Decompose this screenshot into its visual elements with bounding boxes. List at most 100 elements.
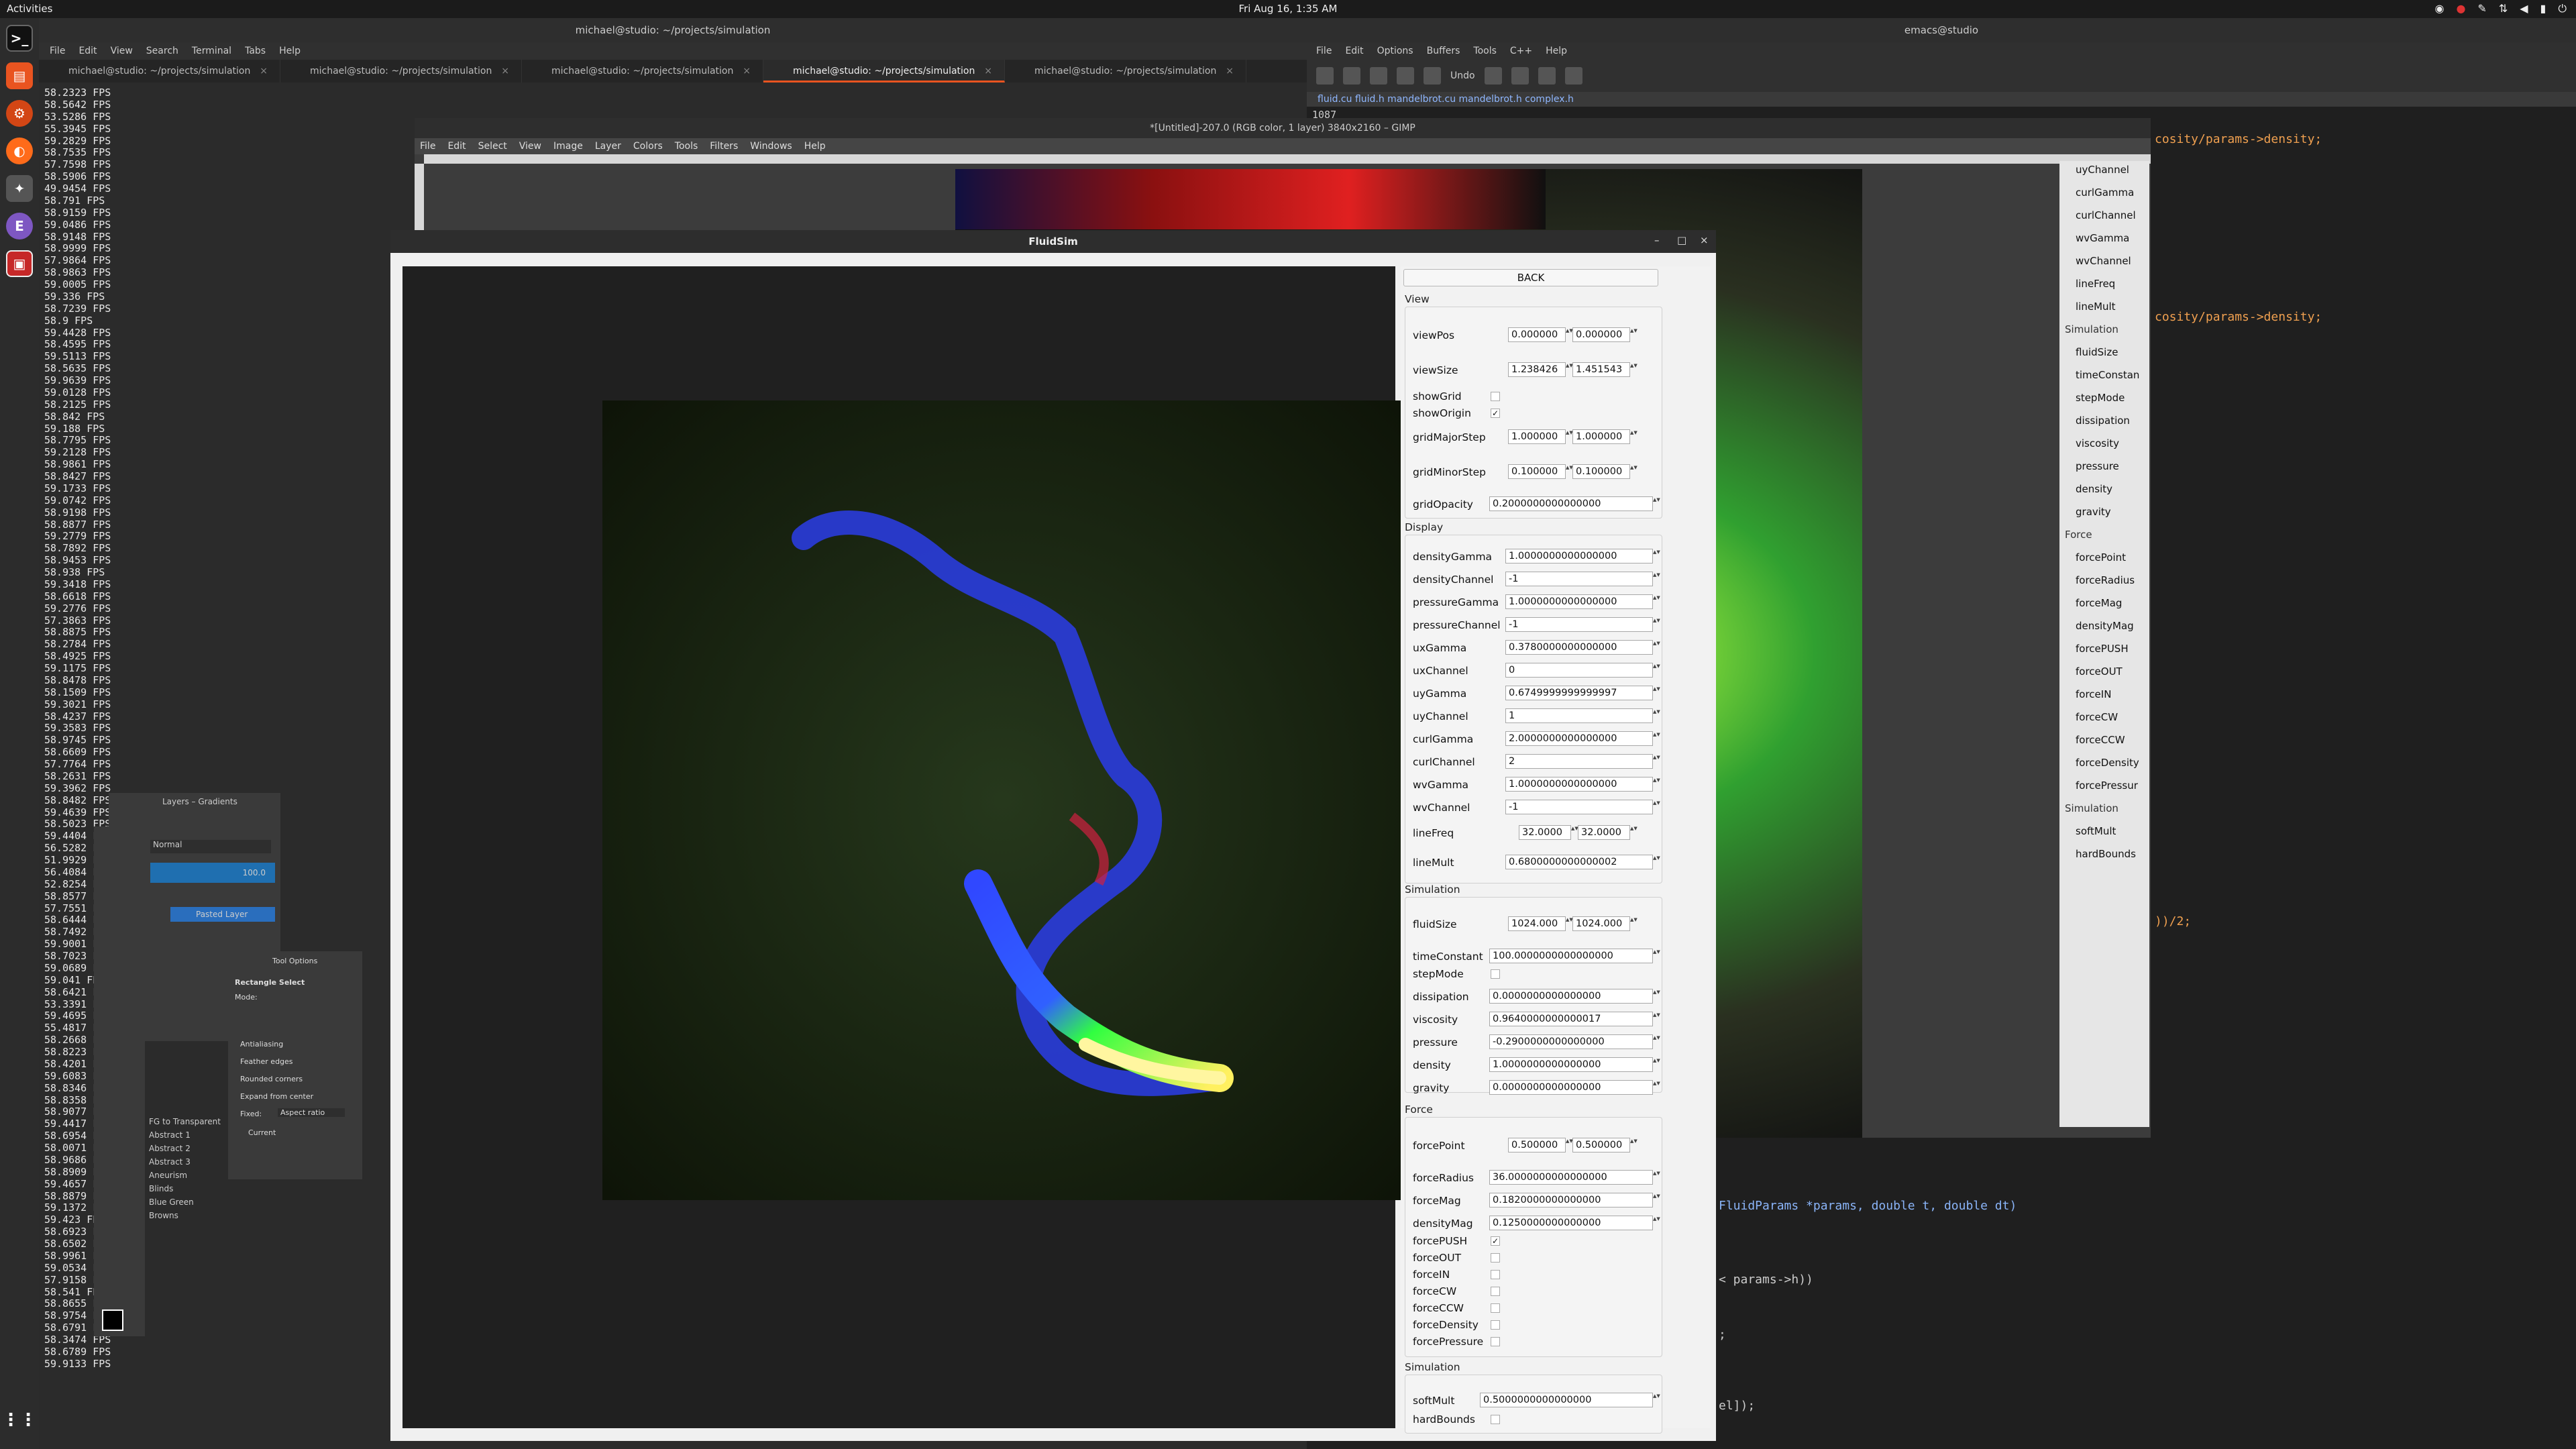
panel-item[interactable]: fluidSize: [2076, 346, 2118, 358]
antialiasing-checkbox[interactable]: Antialiasing: [240, 1036, 313, 1053]
panel-item[interactable]: stepMode: [2076, 392, 2125, 404]
param-field-curlChannel[interactable]: 2: [1505, 754, 1653, 769]
terminal-menu-view[interactable]: View: [111, 42, 133, 60]
terminal-tab-active[interactable]: michael@studio: ~/projects/simulation ×: [763, 60, 1005, 83]
param-field-uyChannel[interactable]: 1: [1505, 708, 1653, 723]
layer-mode-select[interactable]: Normal: [150, 840, 271, 853]
param-field-density[interactable]: 1.0000000000000000: [1489, 1057, 1653, 1072]
gimp-menu-view[interactable]: View: [519, 138, 541, 154]
spin-arrows-icon[interactable]: ▲▼: [1630, 464, 1638, 479]
ubuntu-software-icon[interactable]: ⚙: [6, 100, 33, 127]
clock[interactable]: Fri Aug 16, 1:35 AM: [1208, 3, 1368, 15]
gradient-item[interactable]: Aneurism: [149, 1169, 221, 1182]
panel-item[interactable]: density: [2076, 483, 2112, 495]
gimp-icon[interactable]: ✦: [6, 175, 33, 202]
gradient-item[interactable]: Abstract 1: [149, 1128, 221, 1142]
emacs-menu-tools[interactable]: Tools: [1473, 42, 1497, 60]
param-field-densityGamma[interactable]: 1.0000000000000000: [1505, 549, 1653, 564]
code-line[interactable]: < params->h)): [1719, 1273, 1813, 1287]
checkbox-hardBounds[interactable]: [1491, 1415, 1500, 1424]
spin-arrows-icon[interactable]: ▲▼: [1653, 663, 1660, 678]
chrome-icon[interactable]: ◉: [2434, 2, 2444, 15]
network-icon[interactable]: ⇅: [2499, 2, 2508, 15]
code-line[interactable]: FluidParams *params, double t, double dt…: [1719, 1199, 2017, 1213]
gradient-item[interactable]: Abstract 2: [149, 1142, 221, 1155]
battery-icon[interactable]: ▮: [2540, 2, 2546, 15]
param-field-forcePoint-x[interactable]: 0.500000: [1508, 1138, 1566, 1152]
param-field-viewPos-y[interactable]: 0.000000: [1572, 327, 1630, 342]
panel-item[interactable]: wvGamma: [2076, 232, 2129, 244]
param-field-viscosity[interactable]: 0.9640000000000017: [1489, 1012, 1653, 1026]
search-icon[interactable]: [1564, 67, 1582, 85]
terminal-menu-tabs[interactable]: Tabs: [245, 42, 266, 60]
panel-item[interactable]: forceDensity: [2076, 757, 2139, 769]
checkbox-forceOUT[interactable]: [1491, 1253, 1500, 1263]
spin-arrows-icon[interactable]: ▲▼: [1630, 429, 1638, 444]
checkbox-forceIN[interactable]: [1491, 1270, 1500, 1279]
spin-arrows-icon[interactable]: ▲▼: [1653, 1193, 1660, 1208]
open-dir-icon[interactable]: [1370, 67, 1387, 85]
power-icon[interactable]: ⏻: [2558, 2, 2567, 15]
panel-item[interactable]: wvChannel: [2076, 255, 2131, 267]
gimp-menu-tools[interactable]: Tools: [675, 138, 698, 154]
param-field-gravity[interactable]: 0.0000000000000000: [1489, 1080, 1653, 1095]
fluidsim-app-icon[interactable]: ▣: [6, 250, 33, 277]
spin-arrows-icon[interactable]: ▲▼: [1653, 640, 1660, 655]
gimp-menu-layer[interactable]: Layer: [595, 138, 621, 154]
param-field-forcePoint-y[interactable]: 0.500000: [1572, 1138, 1630, 1152]
layer-opacity[interactable]: 100.0: [150, 863, 275, 883]
terminal-menu-edit[interactable]: Edit: [78, 42, 97, 60]
param-field-viewSize-x[interactable]: 1.238426: [1508, 362, 1566, 377]
spin-arrows-icon[interactable]: ▲▼: [1653, 686, 1660, 700]
spin-arrows-icon[interactable]: ▲▼: [1653, 1012, 1660, 1026]
panel-item[interactable]: forceRadius: [2076, 574, 2135, 586]
emacs-titlebar[interactable]: emacs@studio: [1307, 18, 2576, 42]
gimp-menu-filters[interactable]: Filters: [710, 138, 738, 154]
panel-item[interactable]: hardBounds: [2076, 848, 2136, 860]
panel-item[interactable]: lineFreq: [2076, 278, 2115, 290]
spin-arrows-icon[interactable]: ▲▼: [1566, 429, 1573, 444]
horizontal-ruler[interactable]: [424, 154, 2151, 164]
param-field-lineFreq-y[interactable]: 32.0000: [1578, 825, 1630, 840]
spin-arrows-icon[interactable]: ▲▼: [1653, 949, 1660, 963]
rounded-corners-checkbox[interactable]: Rounded corners: [240, 1071, 313, 1088]
param-field-viewSize-y[interactable]: 1.451543: [1572, 362, 1630, 377]
show-applications-icon[interactable]: ⋮⋮: [2, 1407, 37, 1434]
spin-arrows-icon[interactable]: ▲▼: [1630, 327, 1638, 342]
spin-arrows-icon[interactable]: ▲▼: [1653, 1216, 1660, 1230]
back-button[interactable]: BACK: [1403, 269, 1658, 286]
close-icon[interactable]: ×: [501, 60, 509, 83]
save-icon[interactable]: [1424, 67, 1441, 85]
code-line[interactable]: ))/2;: [2155, 914, 2191, 928]
panel-item[interactable]: forceOUT: [2076, 665, 2123, 678]
code-line[interactable]: el]);: [1719, 1399, 1755, 1413]
volume-icon[interactable]: ◀: [2520, 2, 2528, 15]
param-field-softMult[interactable]: 0.5000000000000000: [1480, 1393, 1653, 1407]
checkbox-forceCW[interactable]: [1491, 1287, 1500, 1296]
foreground-color-swatch[interactable]: [102, 1309, 123, 1331]
gradient-list[interactable]: FG to Transparent Abstract 1 Abstract 2 …: [149, 1115, 221, 1222]
system-tray[interactable]: ◉ ● ✎ ⇅ ◀ ▮ ⏻: [2434, 2, 2567, 15]
panel-item[interactable]: forcePressur: [2076, 780, 2138, 792]
fluid-simulation-render[interactable]: [602, 400, 1402, 1200]
cut-icon[interactable]: [1484, 67, 1502, 85]
param-field-timeConstant[interactable]: 100.0000000000000000: [1489, 949, 1653, 963]
param-field-viewPos-x[interactable]: 0.000000: [1508, 327, 1566, 342]
simulation-viewport[interactable]: [402, 266, 1402, 1428]
files-icon[interactable]: ▤: [6, 62, 33, 89]
param-field-uyGamma[interactable]: 0.6749999999999997: [1505, 686, 1653, 700]
record-icon[interactable]: ●: [2456, 2, 2465, 15]
param-field-curlGamma[interactable]: 2.0000000000000000: [1505, 731, 1653, 746]
emacs-menu-file[interactable]: File: [1316, 42, 1332, 60]
panel-item[interactable]: curlGamma: [2076, 186, 2134, 199]
terminal-tab[interactable]: michael@studio: ~/projects/simulation ×: [1005, 60, 1246, 83]
terminal-menu-search[interactable]: Search: [146, 42, 178, 60]
emacs-menu-options[interactable]: Options: [1377, 42, 1413, 60]
layer-row[interactable]: Pasted Layer: [170, 907, 275, 922]
pen-icon[interactable]: ✎: [2477, 2, 2486, 15]
panel-item[interactable]: curlChannel: [2076, 209, 2136, 221]
spin-arrows-icon[interactable]: ▲▼: [1566, 1138, 1573, 1152]
param-field-gridMajorStep-x[interactable]: 1.000000: [1508, 429, 1566, 444]
spin-arrows-icon[interactable]: ▲▼: [1653, 800, 1660, 814]
expand-from-center-checkbox[interactable]: Expand from center: [240, 1088, 313, 1106]
